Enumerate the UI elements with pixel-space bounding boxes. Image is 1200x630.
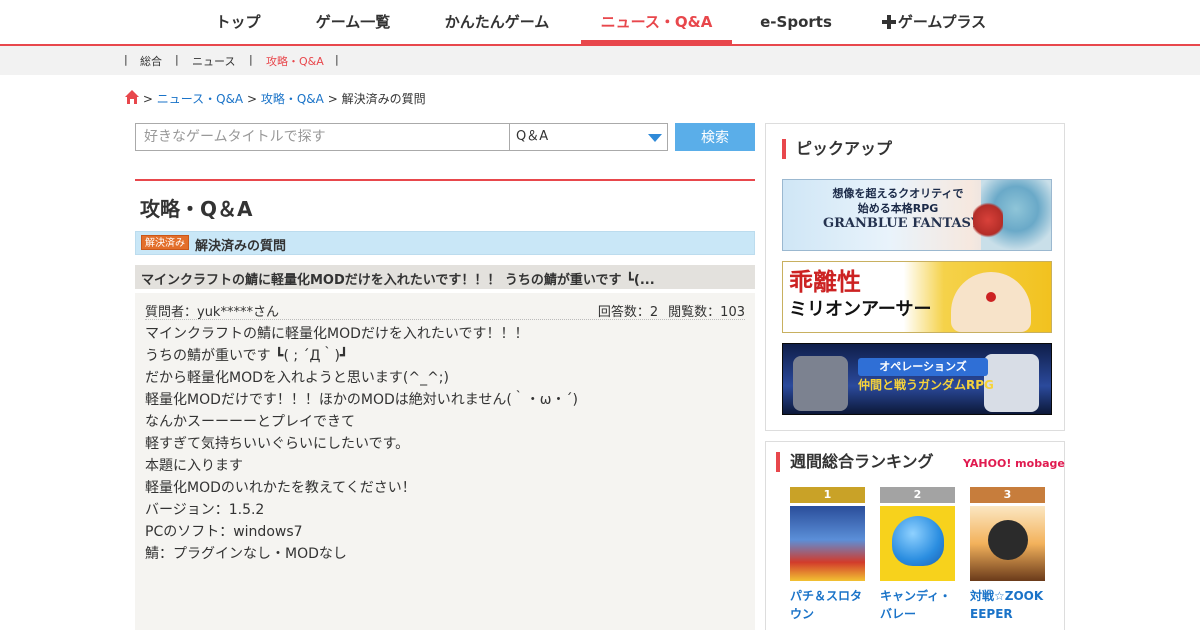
top-nav: トップ ゲーム一覧 かんたんゲーム ニュース・Q&A e-Sports ゲームプ… <box>0 0 1200 46</box>
banner-text: 想像を超えるクオリティで <box>832 187 964 200</box>
category-select-value: Q＆A <box>516 129 549 144</box>
nav-item-news-qa[interactable]: ニュース・Q&A <box>581 0 732 44</box>
pickup-title: ピックアップ <box>782 139 892 159</box>
ranking-item[interactable]: 2 キャンディ・バレー <box>880 487 955 623</box>
question-body: 質問者：yuk*****さん 回答数：2 閲覧数：103 マインクラフトの鯖に軽量… <box>135 293 755 630</box>
banner-character-image <box>951 272 1031 332</box>
banner-million-arthur[interactable]: 乖離性 ミリオンアーサー <box>782 261 1052 333</box>
solved-badge: 解決済み <box>141 235 189 250</box>
subnav-item-guide-qa[interactable]: 攻略・Q&A <box>266 53 324 69</box>
solved-label: 解決済みの質問 <box>195 239 287 254</box>
pickup-panel: ピックアップ 想像を超えるクオリティで 始める本格RPG GRANBLUE FA… <box>765 123 1065 431</box>
banner-logo-text: ミリオンアーサー <box>789 299 932 320</box>
yahoo-mobage-logo: YAHOO! mobage <box>963 457 1065 470</box>
question-stats: 回答数：2 閲覧数：103 <box>588 301 745 320</box>
search-input[interactable] <box>135 123 510 151</box>
ranking-item[interactable]: 1 パチ＆スロタウン <box>790 487 865 623</box>
nav-item-easy-games[interactable]: かんたんゲーム <box>430 0 564 44</box>
question-line: 鯖：プラグインなし・MODなし <box>145 546 347 562</box>
banner-logo-text: 乖離性 <box>789 267 861 296</box>
game-thumbnail[interactable] <box>880 506 955 581</box>
question-title-bar: マインクラフトの鯖に軽量化MODだけを入れたいです！！！ うちの鯖が重いです ┗… <box>135 265 755 289</box>
subnav-separator: | <box>124 53 128 66</box>
breadcrumb-separator: > <box>142 92 153 106</box>
answer-count: 回答数：2 <box>597 305 659 320</box>
game-thumbnail[interactable] <box>790 506 865 581</box>
view-count: 閲覧数：103 <box>668 305 745 320</box>
banner-text: 始める本格RPG <box>857 202 939 215</box>
banner-gundam-operations[interactable]: オペレーションズ 仲間と戦うガンダムRPG <box>782 343 1052 415</box>
subnav-separator: | <box>175 53 179 66</box>
rank-number: 2 <box>880 487 955 503</box>
rank-number: 3 <box>970 487 1045 503</box>
question-title: マインクラフトの鯖に軽量化MODだけを入れたいです！！！ うちの鯖が重いです ┗… <box>141 273 655 288</box>
nav-item-game-plus-label: ゲームプラス <box>897 13 987 31</box>
banner-logo-text: 仲間と戦うガンダムRPG <box>858 378 994 392</box>
banner-character-image <box>973 200 1003 240</box>
chevron-down-icon <box>648 134 662 142</box>
question-line: 軽量化MODだけです！！！ほかのMODは絶対いれません(｀・ω・´) <box>145 392 578 408</box>
dotted-divider <box>145 319 745 320</box>
game-name-link[interactable]: パチ＆スロタウン <box>790 587 865 623</box>
nav-item-esports[interactable]: e-Sports <box>752 0 840 44</box>
question-line: PCのソフト：windows7 <box>145 524 303 540</box>
section-divider <box>135 179 755 181</box>
asker-name: 質問者：yuk*****さん <box>145 305 279 320</box>
home-icon[interactable] <box>125 90 139 104</box>
question-text: マインクラフトの鯖に軽量化MODだけを入れたいです！！！ うちの鯖が重いです ┗… <box>145 323 578 565</box>
ranking-title: 週間総合ランキング <box>776 452 934 472</box>
nav-item-game-plus[interactable]: ゲームプラス <box>872 0 996 44</box>
rank-number: 1 <box>790 487 865 503</box>
ranking-item[interactable]: 3 対戦☆ZOOKEEPER <box>970 487 1045 623</box>
breadcrumb-link-guide-qa[interactable]: 攻略・Q&A <box>261 92 324 106</box>
sub-nav: | 総合 | ニュース | 攻略・Q&A | <box>0 46 1200 75</box>
subnav-item-overview[interactable]: 総合 <box>140 53 162 69</box>
nav-item-game-list[interactable]: ゲーム一覧 <box>300 0 406 44</box>
breadcrumb-separator: > <box>246 92 258 106</box>
question-line: なんかスーーーーとプレイできて <box>145 414 355 430</box>
subnav-separator: | <box>249 53 253 66</box>
subnav-item-news[interactable]: ニュース <box>192 53 235 69</box>
subnav-separator: | <box>335 53 339 66</box>
banner-granblue-fantasy[interactable]: 想像を超えるクオリティで 始める本格RPG GRANBLUE FANTASY <box>782 179 1052 251</box>
question-line: マインクラフトの鯖に軽量化MODだけを入れたいです！！！ <box>145 326 529 342</box>
plus-icon <box>881 15 896 29</box>
question-line: バージョン：1.5.2 <box>145 502 265 518</box>
search-button[interactable]: 検索 <box>675 123 755 151</box>
banner-character-image <box>986 292 996 302</box>
breadcrumb-current: 解決済みの質問 <box>341 92 426 106</box>
question-line: 軽すぎて気持ちいいぐらいにしたいです。 <box>145 436 410 452</box>
category-select[interactable]: Q＆A <box>509 123 668 151</box>
question-line: だから軽量化MODを入れようと思います(^_^;) <box>145 370 449 386</box>
banner-logo-text: GRANBLUE FANTASY <box>823 216 981 231</box>
yahoo-mobage-logo-text: YAHOO! mobage <box>963 457 1065 470</box>
game-name-link[interactable]: 対戦☆ZOOKEEPER <box>970 587 1045 623</box>
nav-item-top[interactable]: トップ <box>200 0 276 44</box>
question-line: うちの鯖が重いです ┗( ; ´Д｀)┛ <box>145 348 349 364</box>
game-thumbnail[interactable] <box>970 506 1045 581</box>
page-title: 攻略・Q＆A <box>140 197 253 221</box>
breadcrumb-link-news-qa[interactable]: ニュース・Q&A <box>157 92 243 106</box>
breadcrumb: > ニュース・Q&A > 攻略・Q&A > 解決済みの質問 <box>125 90 426 108</box>
breadcrumb-separator: > <box>327 92 338 106</box>
banner-logo-text: オペレーションズ <box>858 358 988 376</box>
question-line: 本題に入ります <box>145 458 243 474</box>
solved-header: 解決済み 解決済みの質問 <box>135 231 755 255</box>
game-name-link[interactable]: キャンディ・バレー <box>880 587 955 623</box>
question-line: 軽量化MODのいれかたを教えてください！ <box>145 480 416 496</box>
ranking-panel: 週間総合ランキング YAHOO! mobage 1 パチ＆スロタウン 2 キャン… <box>765 441 1065 630</box>
banner-mecha-image <box>793 356 848 411</box>
